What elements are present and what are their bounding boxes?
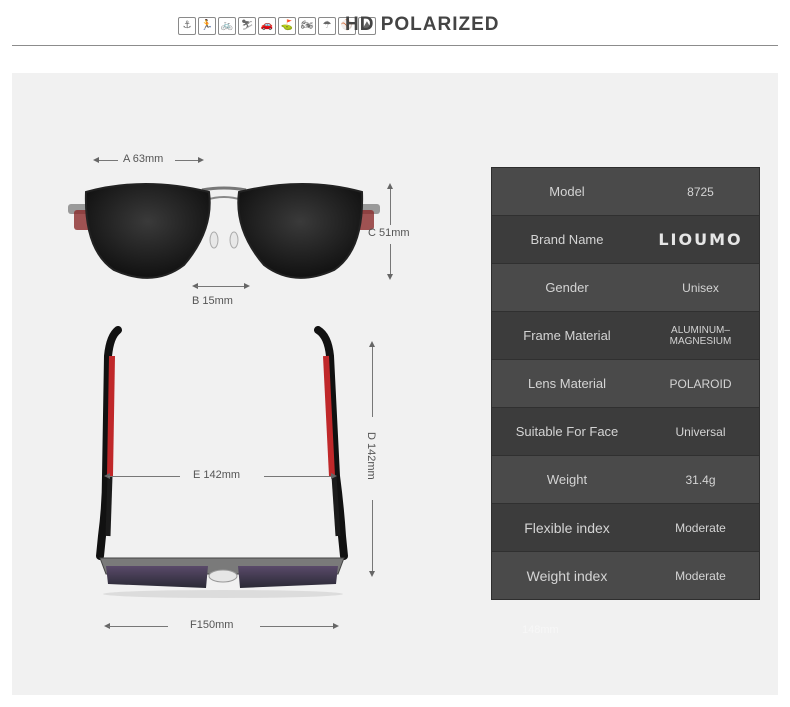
dim-e-line-left <box>108 476 180 477</box>
spec-label: Weight <box>546 472 588 487</box>
spec-value: POLAROID <box>669 376 732 391</box>
spec-row-suitable-face: Suitable For Face Universal <box>492 408 759 456</box>
fishing-icon: ⚓ <box>178 17 196 35</box>
dim-d-line-top <box>372 347 373 417</box>
brand-logo-text: LIOUMO <box>658 230 743 249</box>
dim-f-arrow-right <box>333 623 339 629</box>
header: ⚓ 🏃 🚲 ⛷ 🚗 ⛳ 🏍 ☂ ⚾ ⛰ HD POLARIZED <box>0 0 790 46</box>
header-title: HD POLARIZED <box>345 14 500 35</box>
lens-top <box>106 566 208 588</box>
spec-value: Moderate <box>675 568 726 583</box>
motorcycle-icon: 🏍 <box>298 17 316 35</box>
spec-label: Frame Material <box>523 328 611 343</box>
left-lens <box>84 183 211 279</box>
dim-d-label: D 142mm <box>365 432 377 480</box>
driving-icon: 🚗 <box>258 17 276 35</box>
spec-value: ALUMINUM–MAGNESIUM <box>669 324 732 347</box>
beach-icon: ☂ <box>318 17 336 35</box>
spec-value: 31.4g <box>685 472 716 487</box>
spec-row-weight-index: Weight index Moderate <box>492 552 759 599</box>
spec-row-flexible-index: Flexible index Moderate <box>492 504 759 552</box>
dim-c-label: C 51mm <box>368 227 410 239</box>
dim-d-line-bottom <box>372 500 373 572</box>
dim-a-line-left <box>96 160 118 161</box>
dim-a-label: A 63mm <box>123 153 164 165</box>
top-view-glasses <box>96 326 348 598</box>
dim-a-arrow-right <box>198 157 204 163</box>
spec-label: Gender <box>545 280 589 295</box>
spec-value: Moderate <box>675 520 726 535</box>
spec-value: Unisex <box>682 280 719 295</box>
dim-e-label: E 142mm <box>193 469 241 481</box>
spec-row-weight: Weight 31.4g <box>492 456 759 504</box>
spec-row-gender: Gender Unisex <box>492 264 759 312</box>
dim-f-line-right <box>260 626 334 627</box>
spec-label: Brand Name <box>530 232 604 247</box>
dim-b-label: B 15mm <box>192 295 233 307</box>
front-view-glasses <box>68 183 380 279</box>
right-lens <box>237 183 364 279</box>
dim-f-label: F150mm <box>190 619 234 631</box>
ghost-text: 148mm <box>522 624 559 636</box>
spec-value: Universal <box>675 424 726 439</box>
spec-label: Weight index <box>526 567 608 584</box>
spec-row-model: Model 8725 <box>492 168 759 216</box>
running-icon: 🏃 <box>198 17 216 35</box>
dim-f-line-left <box>108 626 168 627</box>
spec-table: Model 8725 Brand Name LIOUMO Gender Unis… <box>491 167 760 600</box>
cycling-icon: 🚲 <box>218 17 236 35</box>
spec-label: Suitable For Face <box>515 424 619 439</box>
dim-e-line-right <box>264 476 332 477</box>
spec-row-frame-material: Frame Material ALUMINUM–MAGNESIUM <box>492 312 759 360</box>
dim-d-arrow-down <box>369 571 375 577</box>
dim-c-line-top <box>390 189 391 225</box>
skiing-icon: ⛷ <box>238 17 256 35</box>
dim-b-line <box>196 286 244 287</box>
spec-label: Flexible index <box>524 519 610 536</box>
dim-e-arrow-right <box>331 473 337 479</box>
spec-label: Model <box>549 184 585 199</box>
spec-row-lens-material: Lens Material POLAROID <box>492 360 759 408</box>
header-divider <box>12 45 778 46</box>
spec-value: 8725 <box>687 184 714 199</box>
spec-row-brand: Brand Name LIOUMO <box>492 216 759 264</box>
golf-icon: ⛳ <box>278 17 296 35</box>
dim-c-line-bottom <box>390 244 391 274</box>
dim-b-arrow-right <box>244 283 250 289</box>
dim-a-arrow-left <box>93 157 99 163</box>
spec-label: Lens Material <box>527 376 607 391</box>
dim-c-arrow-down <box>387 274 393 280</box>
